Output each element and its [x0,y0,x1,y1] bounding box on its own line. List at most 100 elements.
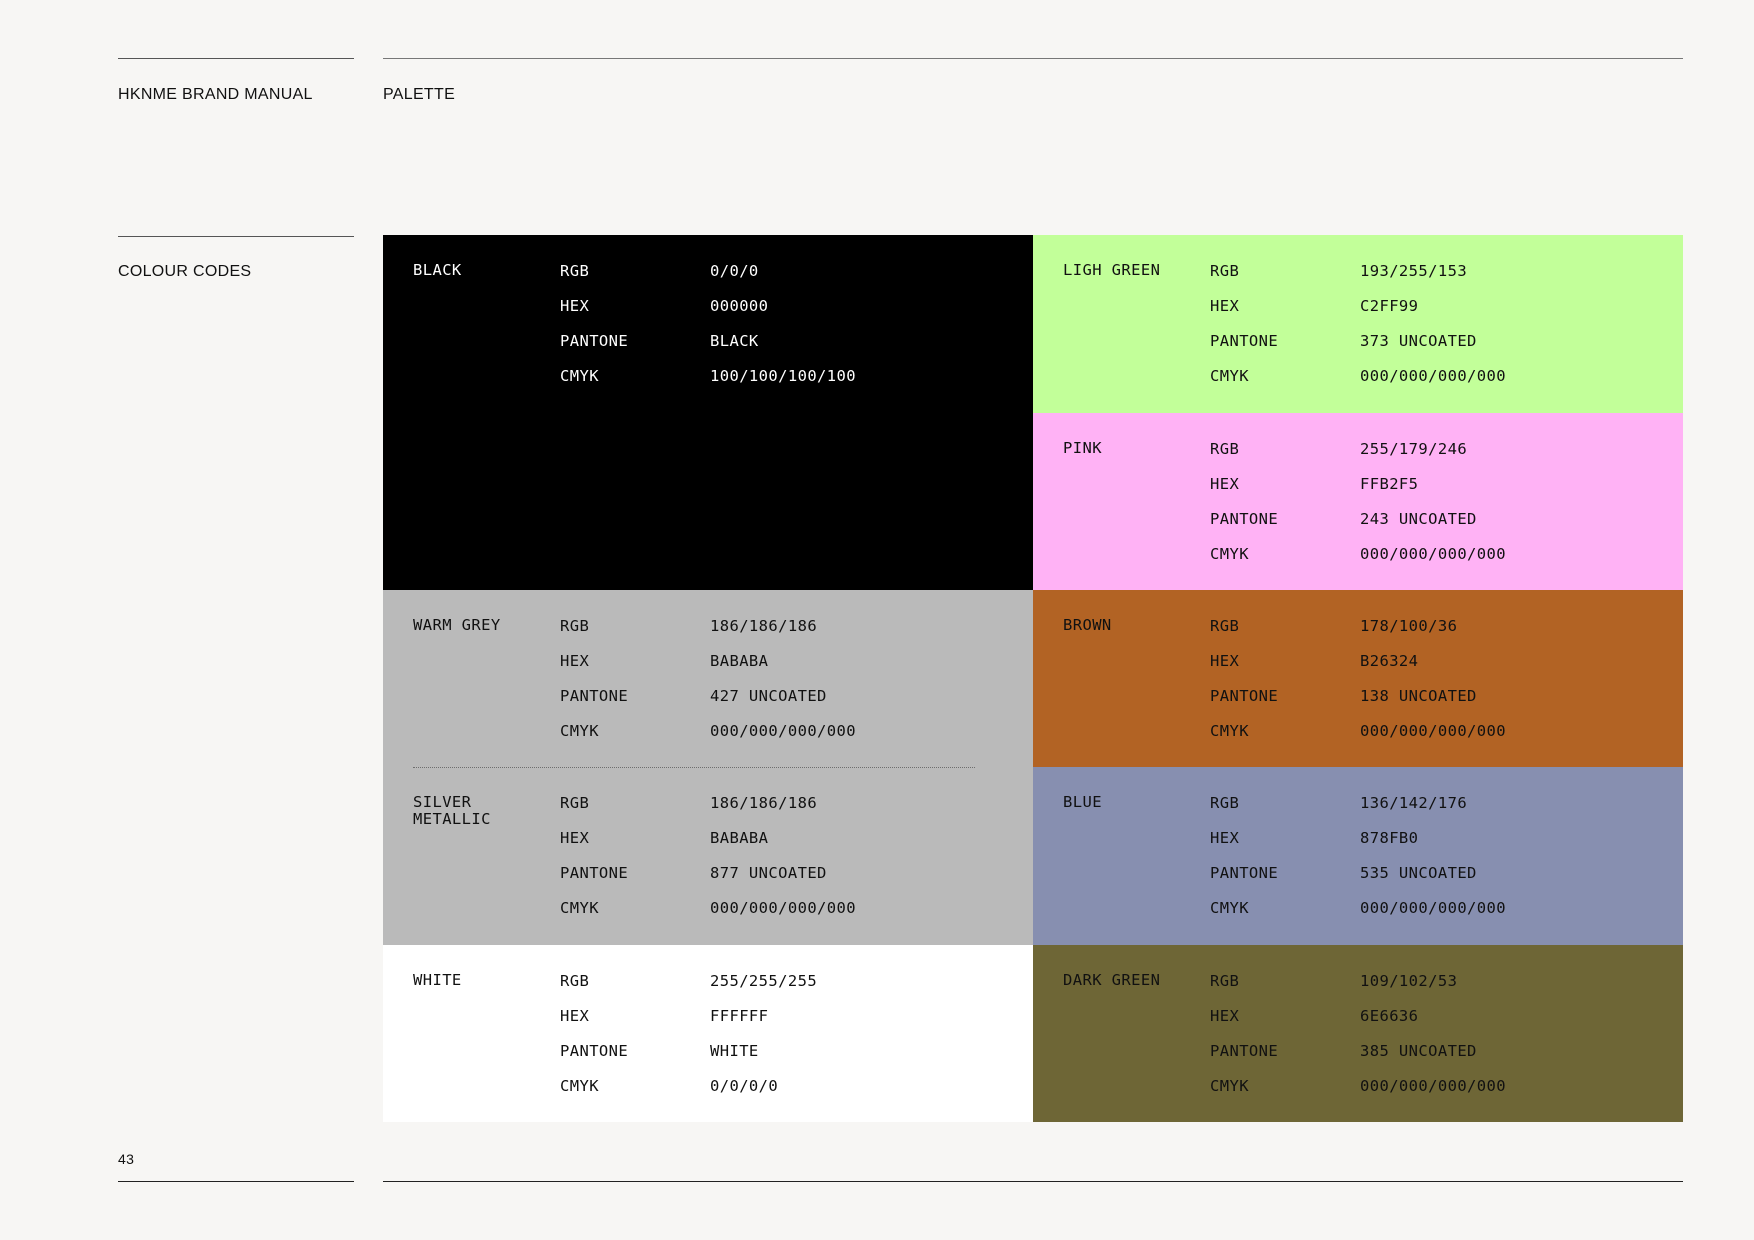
swatch-name: BLACK [413,261,462,279]
hex-label: HEX [560,297,590,315]
cmyk-value: 000/000/000/000 [710,722,856,740]
section-title: PALETTE [383,86,456,103]
cmyk-value: 000/000/000/000 [710,899,856,917]
cmyk-label: CMYK [1210,367,1249,385]
hex-label: HEX [1210,297,1240,315]
footer-rule-right [383,1181,1683,1182]
rgb-label: RGB [560,794,590,812]
pantone-value: 427 UNCOATED [710,687,827,705]
swatch-name: PINK [1063,439,1102,457]
rgb-value: 136/142/176 [1360,794,1468,812]
pantone-label: PANTONE [560,687,629,705]
swatch-name: BLUE [1063,793,1102,811]
pantone-value: 138 UNCOATED [1360,687,1477,705]
pantone-value: 243 UNCOATED [1360,510,1477,528]
rgb-label: RGB [1210,972,1240,990]
cmyk-value: 0/0/0/0 [710,1077,779,1095]
pantone-value: 373 UNCOATED [1360,332,1477,350]
cmyk-value: 000/000/000/000 [1360,899,1506,917]
pantone-label: PANTONE [560,864,629,882]
cmyk-value: 000/000/000/000 [1360,1077,1506,1095]
swatch-name: BROWN [1063,616,1112,634]
hex-value: FFFFFF [710,1007,769,1025]
pantone-label: PANTONE [1210,332,1279,350]
rgb-label: RGB [560,617,590,635]
cmyk-label: CMYK [560,1077,599,1095]
swatch-blue: BLUE RGB 136/142/176 HEX 878FB0 PANTONE 535 UN… [1033,767,1683,945]
swatch-name: DARK GREEN [1063,971,1161,989]
cmyk-value: 000/000/000/000 [1360,545,1506,563]
hex-label: HEX [1210,829,1240,847]
hex-value: B26324 [1360,652,1419,670]
hex-value: C2FF99 [1360,297,1419,315]
pantone-label: PANTONE [560,332,629,350]
cmyk-value: 000/000/000/000 [1360,367,1506,385]
pantone-label: PANTONE [1210,1042,1279,1060]
rgb-label: RGB [560,262,590,280]
swatch-name: SILVER METALLIC [413,793,491,828]
header-rule-right [383,58,1683,59]
hex-value: 6E6636 [1360,1007,1419,1025]
rgb-value: 255/179/246 [1360,440,1468,458]
cmyk-label: CMYK [1210,722,1249,740]
pantone-value: BLACK [710,332,759,350]
rgb-value: 193/255/153 [1360,262,1468,280]
hex-value: FFB2F5 [1360,475,1419,493]
swatch-ligh-green: LIGH GREEN RGB 193/255/153 HEX C2FF99 PANTONE… [1033,235,1683,413]
pantone-value: 535 UNCOATED [1360,864,1477,882]
page-number: 43 [118,1151,135,1167]
hex-value: 000000 [710,297,769,315]
swatch-name: WHITE [413,971,462,989]
hex-value: 878FB0 [1360,829,1419,847]
cmyk-label: CMYK [1210,545,1249,563]
pantone-label: PANTONE [1210,687,1279,705]
hex-label: HEX [560,652,590,670]
swatch-brown: BROWN RGB 178/100/36 HEX B26324 PANTONE 138 UN… [1033,590,1683,767]
hex-label: HEX [1210,1007,1240,1025]
rgb-value: 109/102/53 [1360,972,1458,990]
rgb-label: RGB [1210,440,1240,458]
cmyk-label: CMYK [560,722,599,740]
pantone-value: 385 UNCOATED [1360,1042,1477,1060]
rgb-value: 186/186/186 [710,794,818,812]
hex-value: BABABA [710,652,769,670]
hex-label: HEX [1210,652,1240,670]
swatch-white: WHITE RGB 255/255/255 HEX FFFFFF PANTONE WHITE… [383,945,1033,1122]
footer-rule-left [118,1181,354,1182]
hex-label: HEX [560,829,590,847]
rgb-value: 255/255/255 [710,972,818,990]
rgb-label: RGB [1210,794,1240,812]
pantone-label: PANTONE [1210,864,1279,882]
manual-title: HKNME BRAND MANUAL [118,86,313,103]
rgb-value: 0/0/0 [710,262,759,280]
cmyk-label: CMYK [1210,1077,1249,1095]
pantone-label: PANTONE [1210,510,1279,528]
swatch-silver-metallic: SILVER METALLIC RGB 186/186/186 HEX BABABA PA… [383,767,1033,945]
cmyk-label: CMYK [560,899,599,917]
hex-label: HEX [560,1007,590,1025]
cmyk-label: CMYK [1210,899,1249,917]
swatch-name: LIGH GREEN [1063,261,1161,279]
swatch-pink: PINK RGB 255/179/246 HEX FFB2F5 PANTONE 243 UN… [1033,413,1683,590]
swatch-warm-grey: WARM GREY RGB 186/186/186 HEX BABABA PANTONE 4… [383,590,1033,767]
cmyk-label: CMYK [560,367,599,385]
hex-value: BABABA [710,829,769,847]
hex-label: HEX [1210,475,1240,493]
pantone-value: WHITE [710,1042,759,1060]
pantone-label: PANTONE [560,1042,629,1060]
cmyk-value: 100/100/100/100 [710,367,856,385]
pantone-value: 877 UNCOATED [710,864,827,882]
swatch-dark-green: DARK GREEN RGB 109/102/53 HEX 6E6636 PANTONE 3… [1033,945,1683,1122]
cmyk-value: 000/000/000/000 [1360,722,1506,740]
rgb-value: 178/100/36 [1360,617,1458,635]
section-rule-left [118,236,354,237]
rgb-label: RGB [560,972,590,990]
grey-divider [413,767,975,768]
rgb-label: RGB [1210,262,1240,280]
header-rule-left [118,58,354,59]
colour-codes-label: COLOUR CODES [118,263,252,280]
swatch-black: BLACK RGB 0/0/0 HEX 000000 PANTONE BLACK CMYK 10… [383,235,1033,590]
rgb-label: RGB [1210,617,1240,635]
rgb-value: 186/186/186 [710,617,818,635]
swatch-name: WARM GREY [413,616,501,634]
